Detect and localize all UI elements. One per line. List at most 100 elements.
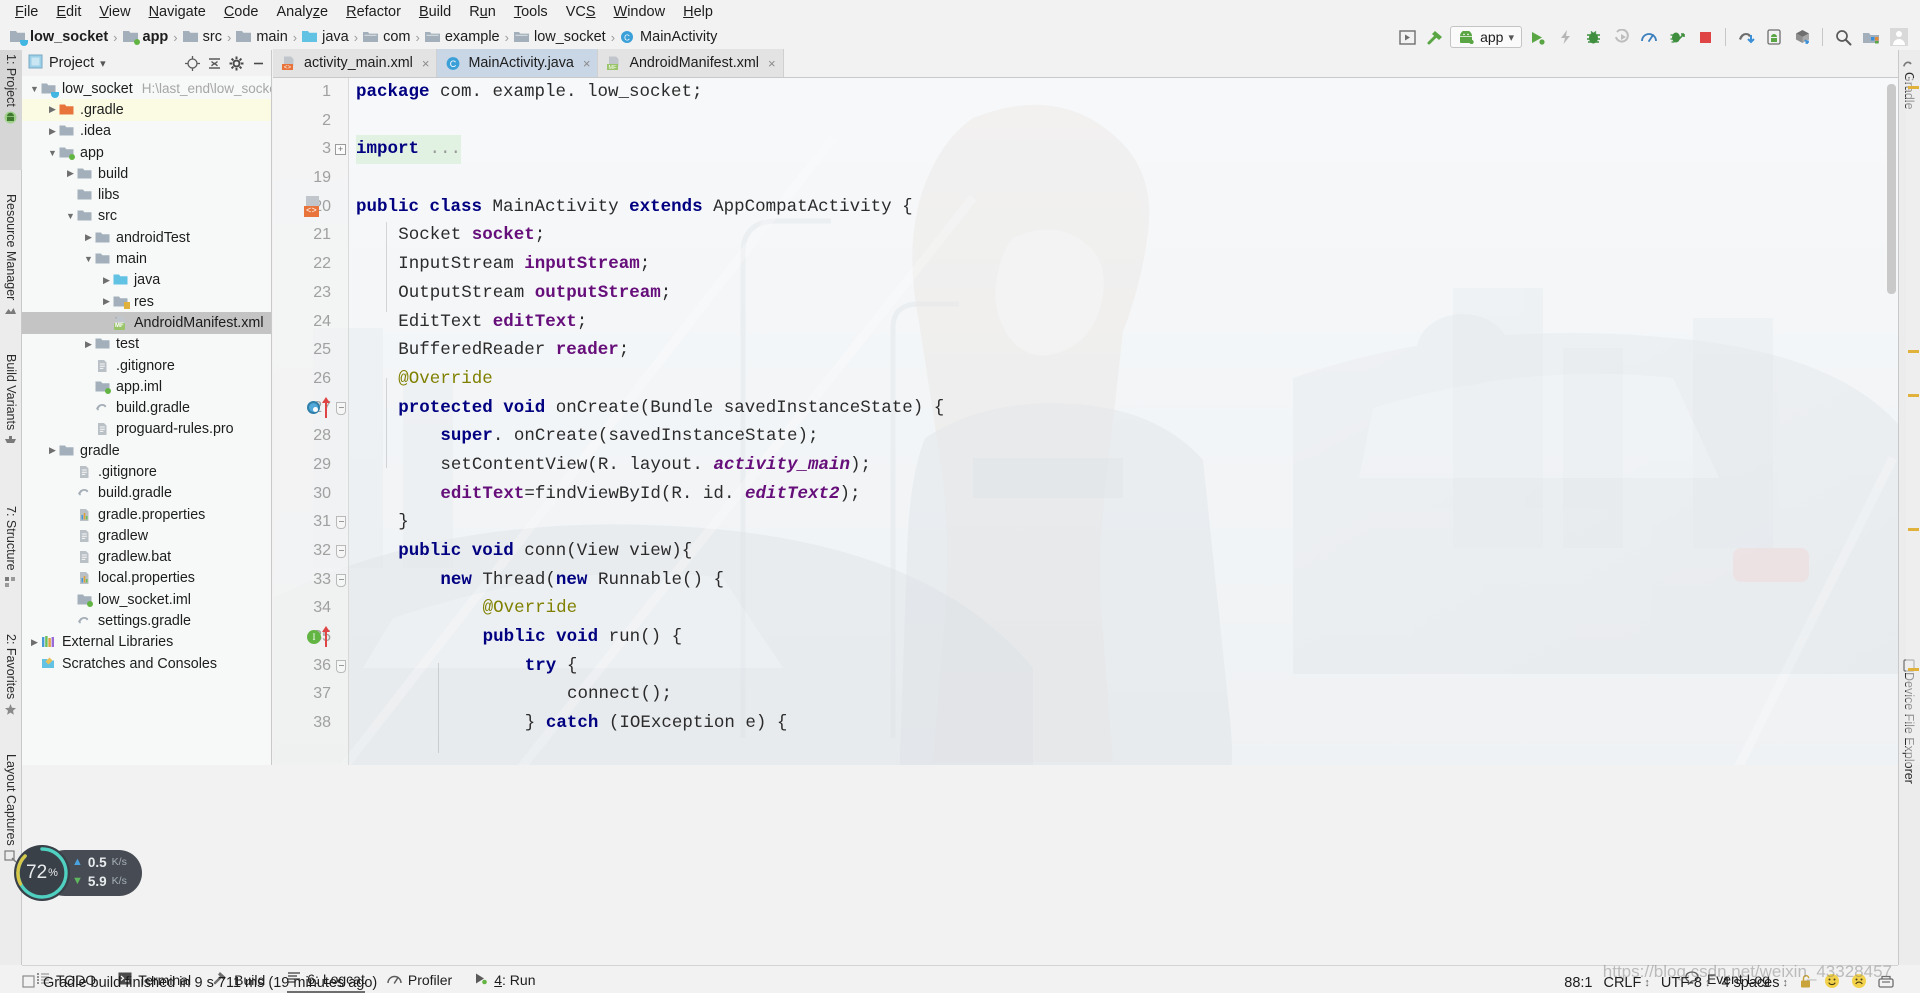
- tree-node-res[interactable]: ▶ res: [22, 291, 271, 312]
- avd-manager-icon[interactable]: [1394, 25, 1420, 49]
- tool-window-button-build-variants[interactable]: Build Variants: [0, 350, 22, 490]
- menu-item-tools[interactable]: Tools: [505, 2, 557, 22]
- sdk-manager-icon[interactable]: [1789, 25, 1815, 49]
- code-line[interactable]: 36 try {: [273, 652, 1898, 681]
- code-line[interactable]: 30 editText=findViewById(R. id. editText2…: [273, 480, 1898, 509]
- hide-panel-icon[interactable]: [250, 55, 267, 72]
- breadcrumb-item-mainactivity[interactable]: C MainActivity: [618, 29, 719, 45]
- implements-method-icon[interactable]: I: [307, 630, 321, 645]
- chevron-right-icon[interactable]: ▶: [64, 168, 77, 179]
- tree-node-gradle[interactable]: ▶ gradle: [22, 440, 271, 461]
- tree-node-java[interactable]: ▶ java: [22, 270, 271, 291]
- tree-node-gradle.properties[interactable]: gradle.properties: [22, 504, 271, 525]
- editor-tab-activity-main-xml[interactable]: <> activity_main.xml ×: [273, 49, 438, 77]
- breadcrumb-item-low_socket[interactable]: low_socket: [512, 29, 608, 45]
- code-line[interactable]: 33 new Thread(new Runnable() {: [273, 566, 1898, 595]
- code-line[interactable]: 26 @Override: [273, 365, 1898, 394]
- editor-tab-mainactivity-java[interactable]: C MainActivity.java ×: [437, 49, 599, 77]
- breadcrumb-item-com[interactable]: com: [361, 29, 412, 45]
- chevron-right-icon[interactable]: ▶: [28, 637, 41, 648]
- menu-item-view[interactable]: View: [90, 2, 139, 22]
- code-line[interactable]: 37 connect();: [273, 680, 1898, 709]
- menu-item-code[interactable]: Code: [215, 2, 268, 22]
- tree-node-gradlew[interactable]: gradlew: [22, 525, 271, 546]
- chevron-right-icon[interactable]: ▶: [82, 339, 95, 350]
- tree-node-androidmanifest.xml[interactable]: MF AndroidManifest.xml: [22, 312, 271, 334]
- code-line[interactable]: 22 InputStream inputStream;: [273, 250, 1898, 279]
- tree-node-androidtest[interactable]: ▶ androidTest: [22, 227, 271, 248]
- chevron-right-icon[interactable]: ▶: [46, 126, 59, 137]
- code-line[interactable]: 34 @Override: [273, 594, 1898, 623]
- collapse-fold-icon[interactable]: [336, 659, 346, 673]
- editor-vertical-scrollbar[interactable]: [1887, 84, 1896, 294]
- project-structure-icon[interactable]: [1858, 25, 1884, 49]
- breadcrumb-item-src[interactable]: src: [181, 29, 224, 45]
- code-line[interactable]: 25 BufferedReader reader;: [273, 336, 1898, 365]
- collapse-fold-icon[interactable]: [336, 401, 346, 415]
- run-with-coverage-icon[interactable]: [1608, 25, 1634, 49]
- tree-node-proguard-rules.pro[interactable]: proguard-rules.pro: [22, 419, 271, 440]
- tree-node-build.gradle[interactable]: build.gradle: [22, 397, 271, 418]
- tool-window-button-7-structure[interactable]: 7: Structure: [0, 502, 22, 622]
- tool-window-button-resource-manager[interactable]: Resource Manager: [0, 190, 22, 345]
- close-icon[interactable]: ×: [422, 56, 430, 71]
- menu-item-edit[interactable]: Edit: [47, 2, 90, 22]
- collapse-fold-icon[interactable]: [336, 516, 346, 530]
- chevron-right-icon[interactable]: ▶: [46, 445, 59, 456]
- tree-node-scratches-and-consoles[interactable]: Scratches and Consoles: [22, 653, 271, 674]
- tree-node-external-libraries[interactable]: ▶ External Libraries: [22, 632, 271, 653]
- menu-item-refactor[interactable]: Refactor: [337, 2, 410, 22]
- tree-node-app[interactable]: ▼ app: [22, 142, 271, 163]
- chevron-down-icon[interactable]: ▼: [82, 254, 95, 264]
- tree-node-local.properties[interactable]: local.properties: [22, 568, 271, 589]
- menu-item-navigate[interactable]: Navigate: [140, 2, 215, 22]
- breadcrumb-item-example[interactable]: example: [423, 29, 502, 45]
- tree-node-.idea[interactable]: ▶ .idea: [22, 121, 271, 142]
- code-line[interactable]: 35 Ipublic void run() {: [273, 623, 1898, 652]
- menu-item-analyze[interactable]: Analyze: [268, 2, 338, 22]
- chevron-down-icon[interactable]: ▾: [100, 57, 106, 70]
- network-speed-widget[interactable]: 72% ▲ 0.5 K/s ▼ 5.9 K/s: [14, 845, 144, 901]
- expand-fold-icon[interactable]: +: [335, 144, 346, 156]
- code-line[interactable]: 24 EditText editText;: [273, 308, 1898, 337]
- locate-target-icon[interactable]: [184, 55, 201, 72]
- code-line[interactable]: 3 + import ...: [273, 135, 1898, 165]
- tree-node-low-socket.iml[interactable]: low_socket.iml: [22, 589, 271, 610]
- stop-button[interactable]: [1692, 25, 1718, 49]
- collapse-all-icon[interactable]: [206, 55, 223, 72]
- chevron-down-icon[interactable]: ▼: [64, 211, 77, 221]
- breadcrumb-item-low_socket[interactable]: low_socket: [8, 29, 110, 46]
- breadcrumb-item-java[interactable]: java: [300, 29, 351, 45]
- menu-item-run[interactable]: Run: [460, 2, 505, 22]
- code-line[interactable]: 29 setContentView(R. layout. activity_mai…: [273, 451, 1898, 480]
- code-line[interactable]: 23 OutputStream outputStream;: [273, 279, 1898, 308]
- tree-node-build.gradle[interactable]: build.gradle: [22, 483, 271, 504]
- breadcrumb-item-main[interactable]: main: [234, 29, 289, 45]
- editor-tab-androidmanifest-xml[interactable]: MF AndroidManifest.xml ×: [598, 49, 784, 77]
- tree-node-app.iml[interactable]: app.iml: [22, 376, 271, 397]
- tool-window-button-2-favorites[interactable]: 2: Favorites: [0, 630, 22, 740]
- tree-node-src[interactable]: ▼ src: [22, 206, 271, 227]
- code-line[interactable]: 28 super. onCreate(savedInstanceState);: [273, 422, 1898, 451]
- debug-button[interactable]: [1580, 25, 1606, 49]
- breakpoint-icon[interactable]: [307, 400, 320, 414]
- chevron-down-icon[interactable]: ▼: [46, 148, 59, 158]
- tree-node-main[interactable]: ▼ main: [22, 248, 271, 269]
- gradle-sync-icon[interactable]: [1733, 25, 1759, 49]
- code-content[interactable]: 1 package com. example. low_socket; 2 3 + imp…: [273, 78, 1898, 765]
- attach-debugger-icon[interactable]: [1664, 25, 1690, 49]
- chevron-right-icon[interactable]: ▶: [100, 296, 113, 307]
- chevron-down-icon[interactable]: ▼: [28, 84, 41, 94]
- tool-window-button-profiler[interactable]: Profiler: [387, 967, 452, 993]
- close-icon[interactable]: ×: [768, 56, 776, 71]
- tree-node-.gradle[interactable]: ▶ .gradle: [22, 99, 271, 121]
- user-account-icon[interactable]: [1886, 25, 1912, 49]
- menu-item-window[interactable]: Window: [605, 2, 675, 22]
- code-line[interactable]: 20public class MainActivity extends AppC…: [273, 193, 1898, 222]
- apply-changes-icon[interactable]: [1552, 25, 1578, 49]
- code-line[interactable]: 31}: [273, 508, 1898, 537]
- avd-device-icon[interactable]: [1761, 25, 1787, 49]
- chevron-right-icon[interactable]: ▶: [82, 232, 95, 243]
- tree-node-.gitignore[interactable]: .gitignore: [22, 355, 271, 376]
- tree-node-settings.gradle[interactable]: settings.gradle: [22, 610, 271, 631]
